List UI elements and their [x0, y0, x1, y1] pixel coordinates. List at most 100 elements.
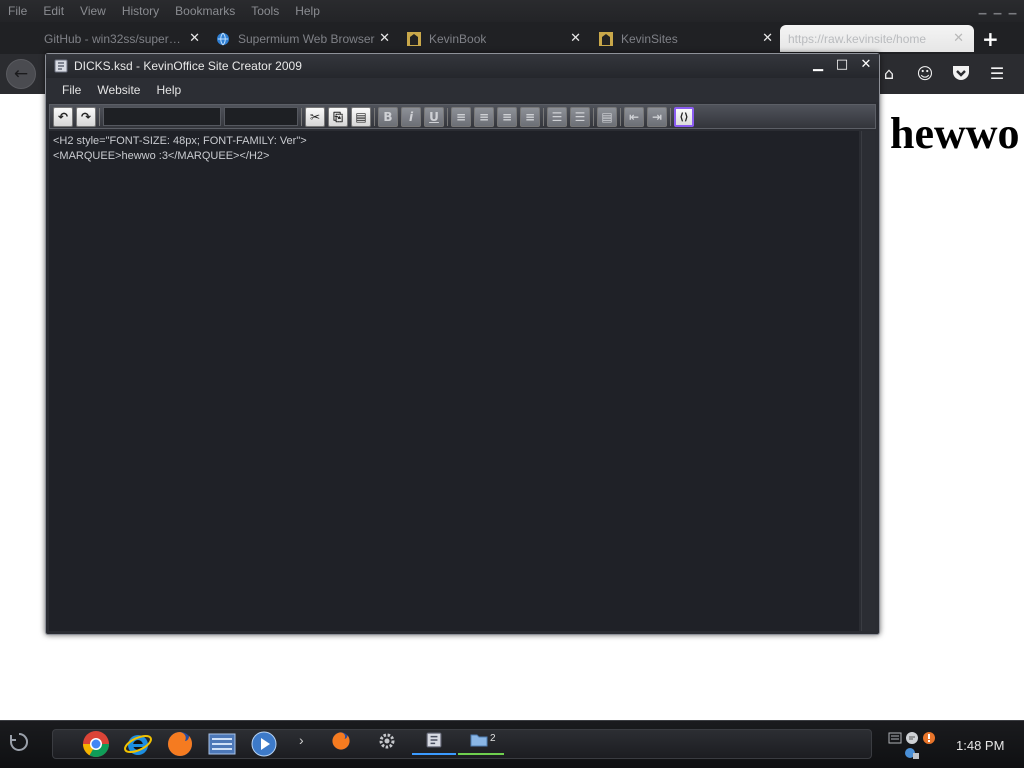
toolbar-separator: [447, 107, 448, 126]
tab-close-icon[interactable]: ✕: [953, 31, 964, 46]
editor-scrollbar[interactable]: [861, 131, 875, 631]
toolbar-separator: [301, 107, 302, 126]
tab-close-icon[interactable]: ✕: [379, 31, 390, 46]
menu-bookmarks[interactable]: Bookmarks: [167, 4, 243, 18]
tab-close-icon[interactable]: ✕: [189, 31, 200, 46]
tab-close-icon[interactable]: ✕: [570, 31, 581, 46]
smiley-icon[interactable]: ☺: [914, 64, 936, 84]
window-title: DICKS.ksd - KevinOffice Site Creator 200…: [74, 59, 302, 73]
underline-button[interactable]: U: [424, 106, 444, 127]
indent-button[interactable]: ⇥: [647, 106, 667, 127]
maximize-button[interactable]: □: [835, 57, 849, 72]
globe-icon: [217, 32, 229, 45]
toolbar-separator: [543, 107, 544, 126]
outdent-button[interactable]: ⇤: [624, 106, 644, 127]
pocket-icon[interactable]: [950, 64, 972, 84]
menu-edit[interactable]: Edit: [35, 4, 72, 18]
font-size-select[interactable]: [224, 107, 298, 126]
system-clock[interactable]: 1:48 PM: [956, 738, 1004, 753]
hamburger-menu-icon[interactable]: ☰: [986, 64, 1008, 84]
unordered-list-button[interactable]: ☰: [570, 106, 590, 127]
paste-button[interactable]: ▤: [351, 106, 371, 127]
align-right-button[interactable]: ≡: [497, 106, 517, 127]
redo-button[interactable]: ↷: [76, 106, 96, 127]
folder-count-badge: 2: [490, 733, 496, 744]
kevin-icon: [407, 31, 421, 46]
file-manager-icon[interactable]: [208, 730, 236, 758]
minimize-button[interactable]: ▁: [811, 57, 825, 72]
editor-menubar: File Website Help: [46, 78, 879, 102]
taskbar: › 2: [0, 720, 1024, 768]
chrome-icon[interactable]: [82, 730, 110, 758]
network-icon[interactable]: [904, 747, 920, 760]
chat-icon[interactable]: [905, 731, 919, 745]
browser-window-controls: ▁ ▁ ▁: [977, 4, 1018, 15]
ordered-list-button[interactable]: ☰: [547, 106, 567, 127]
tab-github[interactable]: GitHub - win32ss/supermiu... ✕: [44, 25, 200, 52]
menu-view[interactable]: View: [72, 4, 114, 18]
editor-menu-file[interactable]: File: [46, 83, 89, 97]
toolbar-separator: [670, 107, 671, 126]
source-code: <H2 style="FONT-SIZE: 48px; FONT-FAMILY:…: [53, 134, 307, 164]
close-button[interactable]: ✕: [859, 57, 873, 72]
firefox-icon[interactable]: [166, 730, 194, 758]
copy-button[interactable]: ⎘: [328, 106, 348, 127]
home-icon[interactable]: ⌂: [878, 64, 900, 84]
back-button[interactable]: ←: [6, 59, 36, 89]
browser-menubar: File Edit View History Bookmarks Tools H…: [0, 0, 1024, 22]
kevinoffice-task-button[interactable]: [412, 729, 456, 755]
internet-explorer-icon[interactable]: [124, 730, 152, 758]
menu-help[interactable]: Help: [287, 4, 328, 18]
toolbar-separator: [593, 107, 594, 126]
toolbar-separator: [99, 107, 100, 126]
keyboard-icon[interactable]: [888, 732, 902, 744]
view-source-button[interactable]: ⟨⟩: [674, 106, 694, 127]
tab-label: KevinBook: [429, 31, 487, 46]
settings-gear-icon[interactable]: [377, 731, 397, 751]
editor-menu-help[interactable]: Help: [148, 83, 189, 97]
menu-history[interactable]: History: [114, 4, 167, 18]
tab-label: Supermium Web Browser: [238, 31, 375, 46]
media-player-icon[interactable]: [250, 730, 278, 758]
new-tab-button[interactable]: +: [982, 27, 999, 51]
bold-button[interactable]: B: [378, 106, 398, 127]
tab-supermium[interactable]: Supermium Web Browser ✕: [216, 25, 390, 52]
window-controls: ▁ □ ✕: [811, 57, 873, 72]
kevinoffice-icon: [54, 59, 68, 73]
italic-button[interactable]: i: [401, 106, 421, 127]
kevinoffice-icon: [426, 732, 442, 748]
alert-icon[interactable]: [922, 731, 936, 745]
block-format-button[interactable]: ▤: [597, 106, 617, 127]
kevin-icon: [599, 31, 613, 46]
browser-close-button[interactable]: ▁: [1007, 4, 1018, 15]
undo-button[interactable]: ↶: [53, 106, 73, 127]
tab-label: GitHub - win32ss/supermiu...: [44, 31, 182, 46]
tab-active-page[interactable]: https://raw.kevinsite/home ✕: [780, 25, 974, 52]
cut-button[interactable]: ✂: [305, 106, 325, 127]
window-titlebar[interactable]: DICKS.ksd - KevinOffice Site Creator 200…: [46, 54, 879, 78]
align-left-button[interactable]: ≡: [451, 106, 471, 127]
font-family-select[interactable]: [103, 107, 221, 126]
align-center-button[interactable]: ≡: [474, 106, 494, 127]
taskbar-overflow-icon[interactable]: ›: [299, 732, 304, 748]
menu-file[interactable]: File: [0, 4, 35, 18]
folder-task-button[interactable]: 2: [458, 729, 504, 755]
tab-label: https://raw.kevinsite/home: [788, 31, 927, 46]
browser-minimize-button[interactable]: ▁: [977, 4, 988, 15]
firefox-icon[interactable]: [331, 731, 351, 751]
source-editor[interactable]: <H2 style="FONT-SIZE: 48px; FONT-FAMILY:…: [49, 131, 859, 631]
folder-icon: [470, 734, 488, 747]
browser-restore-button[interactable]: ▁: [992, 4, 1003, 15]
toolbar-separator: [620, 107, 621, 126]
editor-menu-website[interactable]: Website: [89, 83, 148, 97]
tab-strip: GitHub - win32ss/supermiu... ✕ Supermium…: [0, 22, 1024, 54]
tab-kevinsites[interactable]: KevinSites ✕: [599, 25, 773, 52]
source-line: <H2 style="FONT-SIZE: 48px; FONT-FAMILY:…: [53, 135, 307, 147]
tab-kevinbook[interactable]: KevinBook ✕: [407, 25, 581, 52]
tab-close-icon[interactable]: ✕: [762, 31, 773, 46]
start-orb-icon[interactable]: [8, 731, 30, 753]
tab-label: KevinSites: [621, 31, 678, 46]
justify-button[interactable]: ≡: [520, 106, 540, 127]
system-tray: [888, 730, 948, 760]
menu-tools[interactable]: Tools: [243, 4, 287, 18]
